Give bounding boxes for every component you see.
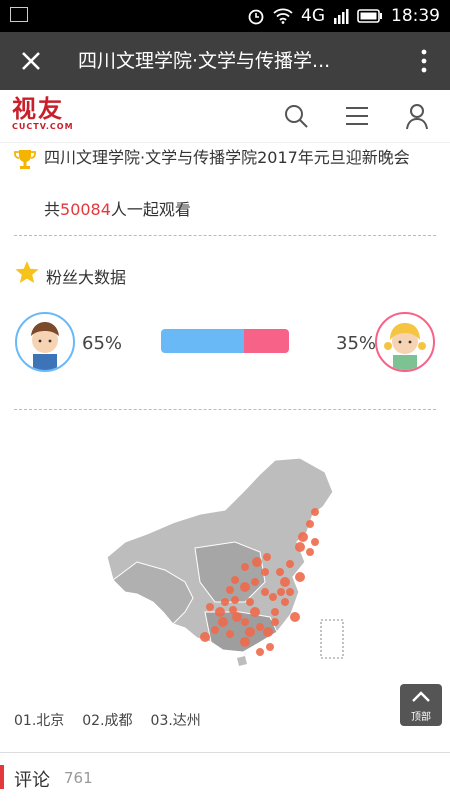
audience-dot [231,596,239,604]
audience-dot [251,578,259,586]
audience-dot [311,508,319,516]
audience-dot [200,632,210,642]
south-sea-inset [320,619,344,659]
chevron-up-icon [412,691,430,702]
audience-dot [306,520,314,528]
battery-icon [357,9,382,23]
status-bar: 4G 18:39 [0,0,450,32]
close-icon[interactable] [16,46,46,76]
trophy-icon [14,150,36,169]
audience-dot [271,618,279,626]
female-avatar [375,312,435,372]
audience-dot [226,630,234,638]
audience-dot [298,532,308,542]
audience-dot [211,626,219,634]
user-icon[interactable] [403,102,431,130]
audience-dot [286,560,294,568]
divider [14,409,436,410]
signal-icon [334,9,349,24]
audience-dot [215,607,225,617]
audience-dot [221,598,229,606]
male-percent: 65% [82,333,123,354]
male-avatar [15,312,75,372]
alarm-icon [248,9,264,25]
audience-dot [246,598,254,606]
audience-dot [240,582,250,592]
network-type: 4G [301,6,325,26]
boy-icon [31,322,59,370]
comment-label: 评论 [14,770,50,791]
audience-dot [269,593,277,601]
fans-section-title: 粉丝大数据 [46,268,127,287]
audience-dot [256,623,264,631]
image-notification-icon [10,7,28,22]
audience-dot [266,643,274,651]
page-title: 四川文理学院·文学与传播学... [78,50,331,72]
audience-dot [295,572,305,582]
gender-ratio-bar [161,329,289,353]
girl-icon [384,323,426,370]
audience-dot [241,618,249,626]
audience-dot [240,637,250,647]
viewer-count: 共50084人一起观看 [44,200,191,219]
app-bar: 四川文理学院·文学与传播学... [0,32,450,90]
city-rank-3[interactable]: 03.达州 [151,710,201,730]
audience-dot [261,588,269,596]
audience-dot [226,586,234,594]
audience-dot [245,627,255,637]
audience-dot [277,588,285,596]
comment-count: 761 [64,769,93,787]
audience-dot [306,548,314,556]
audience-dot [271,608,279,616]
audience-dot [241,563,249,571]
top-cities-list: 01.北京 02.成都 03.达州 [14,710,201,730]
audience-dot [281,598,289,606]
audience-dot [280,577,290,587]
city-rank-1[interactable]: 01.北京 [14,710,64,730]
viewer-number: 50084 [60,200,111,219]
audience-dot [206,603,214,611]
audience-dot [250,607,260,617]
male-share-fill [161,329,245,353]
audience-dot [311,538,319,546]
menu-icon[interactable] [343,102,371,130]
back-to-top-button[interactable]: 顶部 [400,684,442,726]
audience-dot [295,542,305,552]
audience-distribution-map [106,457,344,666]
audience-dot [229,606,237,614]
site-header: 视友 CUCTV.COM [0,90,450,143]
wifi-icon [273,8,293,24]
star-icon [15,261,39,283]
divider [14,235,436,236]
audience-dot [218,617,228,627]
city-rank-2[interactable]: 02.成都 [82,710,132,730]
audience-dot [252,557,262,567]
site-logo[interactable]: 视友 CUCTV.COM [12,96,92,138]
audience-dot [290,612,300,622]
more-options-icon[interactable] [420,46,428,76]
audience-dot [231,576,239,584]
comment-bar[interactable]: 评论 761 [0,752,450,801]
event-title: 四川文理学院·文学与传播学院2017年元旦迎新晚会 [44,148,410,167]
audience-dot [263,627,273,637]
audience-dot [276,568,284,576]
audience-dot [263,553,271,561]
hainan-island [237,656,247,666]
clock: 18:39 [391,6,440,26]
female-share-fill [244,329,289,353]
audience-dot [261,568,269,576]
audience-dot [286,588,294,596]
audience-dot [256,648,264,656]
comment-accent [0,765,4,789]
search-icon[interactable] [282,102,310,130]
female-percent: 35% [336,333,377,354]
